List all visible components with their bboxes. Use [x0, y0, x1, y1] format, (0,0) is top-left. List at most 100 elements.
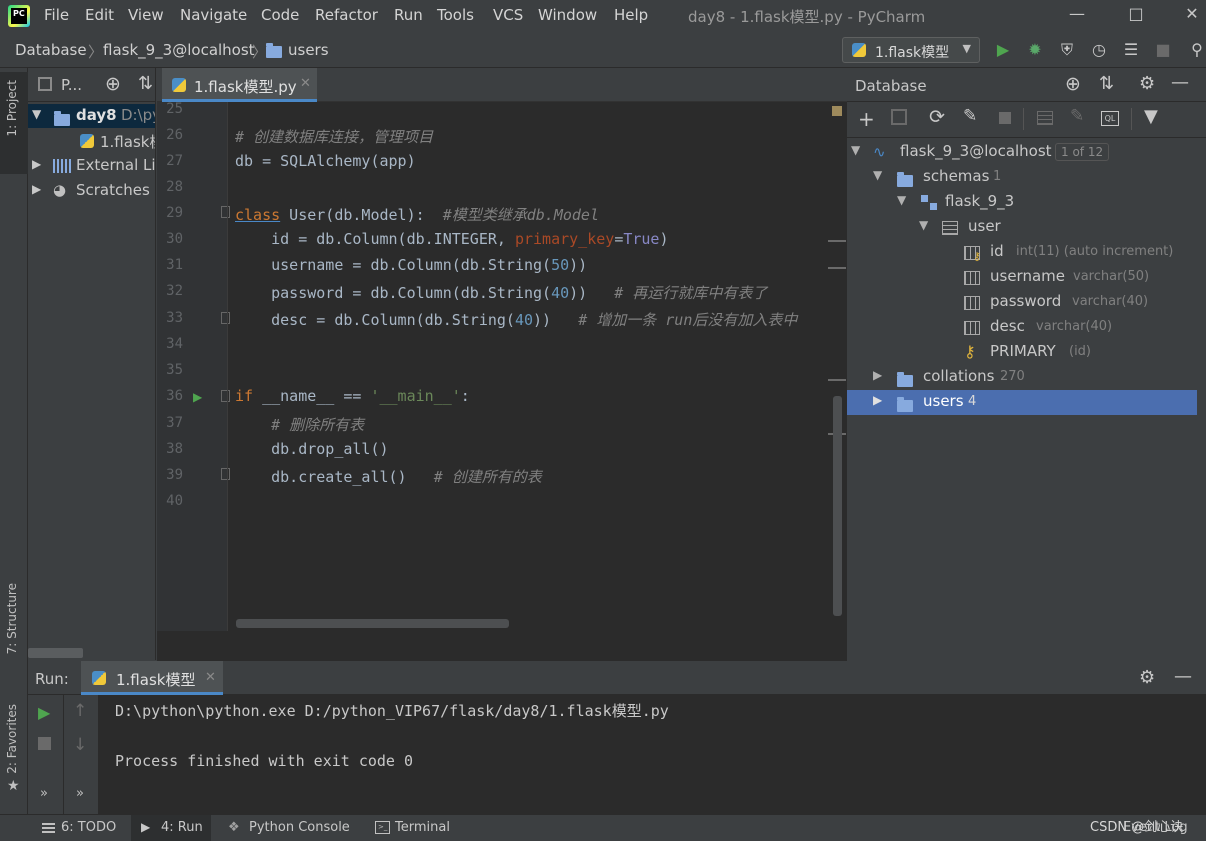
editor-vscrollbar[interactable]	[833, 396, 842, 616]
coverage-icon[interactable]: ⛨	[1056, 39, 1078, 61]
expand-arrow-icon[interactable]: ▶	[873, 368, 882, 382]
expand-arrow-icon[interactable]: ▶	[873, 393, 882, 407]
tree-item-collations[interactable]: ▶ collations 270	[847, 365, 1197, 390]
expand-arrow-icon[interactable]: ▼	[873, 168, 882, 182]
tree-item-day8[interactable]: ▼ day8 D:\py	[28, 104, 155, 128]
tree-item-column[interactable]: desc varchar(40)	[847, 315, 1197, 340]
locate-icon[interactable]: ⊕	[1065, 73, 1081, 95]
up-arrow-icon[interactable]: ↑	[73, 701, 87, 721]
fold-icon[interactable]	[221, 468, 230, 480]
hide-icon[interactable]: —	[1174, 666, 1192, 687]
search-icon[interactable]: ⚲	[1186, 39, 1206, 61]
expand-arrow-icon[interactable]: ▼	[919, 218, 928, 232]
down-arrow-icon[interactable]: ↓	[73, 735, 87, 755]
stop-icon[interactable]	[38, 737, 51, 750]
tree-item-users[interactable]: ▶ users 4	[847, 390, 1197, 415]
terminal-tab[interactable]: Terminal	[395, 820, 450, 835]
editor-tab-bar: 1.flask模型.py ✕	[157, 68, 847, 102]
table-icon[interactable]	[1037, 111, 1053, 125]
menu-window[interactable]: Window	[538, 6, 597, 24]
breadcrumb-database[interactable]: Database	[15, 41, 87, 59]
more-icon[interactable]: »	[76, 786, 84, 801]
key-name: PRIMARY	[990, 342, 1056, 360]
run-config-selector[interactable]: 1.flask模型 ▼	[842, 37, 980, 63]
expand-arrow-icon[interactable]: ▼	[897, 193, 906, 207]
breadcrumb-connection[interactable]: flask_9_3@localhost	[103, 41, 255, 59]
collapse-icon[interactable]: ⇅	[1099, 73, 1114, 94]
profile-icon[interactable]: ◷	[1088, 39, 1110, 61]
editor-tab[interactable]: 1.flask模型.py ✕	[162, 68, 317, 102]
tree-item-connection[interactable]: ▼ ∿ flask_9_3@localhost 1 of 12	[847, 140, 1197, 165]
expand-arrow-icon[interactable]: ▼	[32, 107, 41, 121]
project-view-icon	[38, 77, 52, 91]
menu-tools[interactable]: Tools	[437, 6, 474, 24]
run-tab[interactable]: 1.flask模型 ✕	[81, 661, 223, 695]
add-icon[interactable]: +	[858, 107, 875, 131]
tool-tab-favorites-label[interactable]: 2: Favorites	[5, 704, 19, 774]
connection-badge[interactable]: 1 of 12	[1055, 143, 1110, 161]
tree-item-column[interactable]: ⚷ id int(11) (auto increment)	[847, 240, 1197, 265]
maximize-icon[interactable]: □	[1124, 4, 1148, 26]
menu-run[interactable]: Run	[394, 6, 423, 24]
edit-icon[interactable]: ✎	[1070, 106, 1084, 126]
tool-tab-structure-label[interactable]: 7: Structure	[5, 583, 19, 654]
tree-item-primary-key[interactable]: ⚷ PRIMARY (id)	[847, 340, 1197, 365]
tree-item-schema[interactable]: ▼ flask_9_3	[847, 190, 1197, 215]
stop-icon[interactable]	[999, 112, 1011, 124]
rerun-icon[interactable]: ▶	[38, 703, 50, 722]
duplicate-icon[interactable]	[891, 109, 907, 125]
run-tool-tab-label[interactable]: 4: Run	[161, 820, 203, 835]
todo-icon	[42, 822, 55, 833]
hide-icon[interactable]: —	[1171, 72, 1189, 93]
more-icon[interactable]: »	[40, 786, 48, 801]
refresh-icon[interactable]: ⟳	[929, 106, 945, 128]
run-icon[interactable]: ▶	[992, 39, 1014, 61]
fold-icon[interactable]	[221, 206, 230, 218]
tool-tab-project-label[interactable]: 1: Project	[5, 80, 19, 137]
menu-help[interactable]: Help	[614, 6, 648, 24]
expand-arrow-icon[interactable]: ▶	[32, 157, 41, 171]
menu-refactor[interactable]: Refactor	[315, 6, 378, 24]
code-editor[interactable]: 25 26 27 28 29 30 31 32 33 34 35 36 37 3…	[157, 102, 847, 631]
menu-navigate[interactable]: Navigate	[180, 6, 247, 24]
schema-sync-icon[interactable]: ✎	[963, 106, 977, 126]
fold-icon[interactable]	[221, 312, 230, 324]
menu-edit[interactable]: Edit	[85, 6, 114, 24]
filter-icon[interactable]: ▼	[1144, 106, 1158, 127]
expand-arrow-icon[interactable]: ▼	[851, 143, 860, 157]
close-icon[interactable]: ✕	[1180, 4, 1204, 26]
console-icon[interactable]: QL	[1101, 111, 1119, 126]
editor-hscrollbar[interactable]	[236, 619, 509, 628]
gear-icon[interactable]: ⚙	[1139, 73, 1155, 94]
python-console-tab[interactable]: Python Console	[249, 820, 350, 835]
breadcrumb-users[interactable]: users	[288, 41, 329, 59]
tree-item-table-user[interactable]: ▼ user	[847, 215, 1197, 240]
todo-tab[interactable]: 6: TODO	[61, 820, 116, 835]
minimize-icon[interactable]: —	[1065, 4, 1089, 26]
tree-item-column[interactable]: username varchar(50)	[847, 265, 1197, 290]
menu-file[interactable]: File	[44, 6, 69, 24]
debug-icon[interactable]: ✹	[1024, 39, 1046, 61]
collapse-icon[interactable]: ⇅	[138, 73, 153, 94]
menu-vcs[interactable]: VCS	[493, 6, 523, 24]
tree-item-schemas[interactable]: ▼ schemas 1	[847, 165, 1197, 190]
code-line: # 删除所有表	[235, 416, 365, 434]
menu-code[interactable]: Code	[261, 6, 299, 24]
build-icon[interactable]: ☰	[1120, 39, 1142, 61]
locate-icon[interactable]: ⊕	[105, 73, 121, 95]
project-view-selector[interactable]: P...	[61, 76, 82, 94]
project-hscrollbar[interactable]	[28, 648, 83, 658]
fold-icon[interactable]	[221, 390, 230, 402]
database-toolbar: + ⟳ ✎ ✎ QL ▼	[847, 102, 1206, 138]
stop-icon[interactable]: ■	[1152, 39, 1174, 61]
python-icon	[852, 43, 866, 57]
run-gutter-icon[interactable]: ▶	[193, 390, 202, 404]
menu-view[interactable]: View	[128, 6, 164, 24]
tree-item-column[interactable]: password varchar(40)	[847, 290, 1197, 315]
expand-arrow-icon[interactable]: ▶	[32, 182, 41, 196]
tab-close-icon[interactable]: ✕	[300, 76, 311, 91]
tab-close-icon[interactable]: ✕	[205, 670, 216, 685]
inspection-status-icon[interactable]	[832, 106, 842, 116]
gear-icon[interactable]: ⚙	[1139, 667, 1155, 688]
python-file-icon	[172, 78, 186, 92]
